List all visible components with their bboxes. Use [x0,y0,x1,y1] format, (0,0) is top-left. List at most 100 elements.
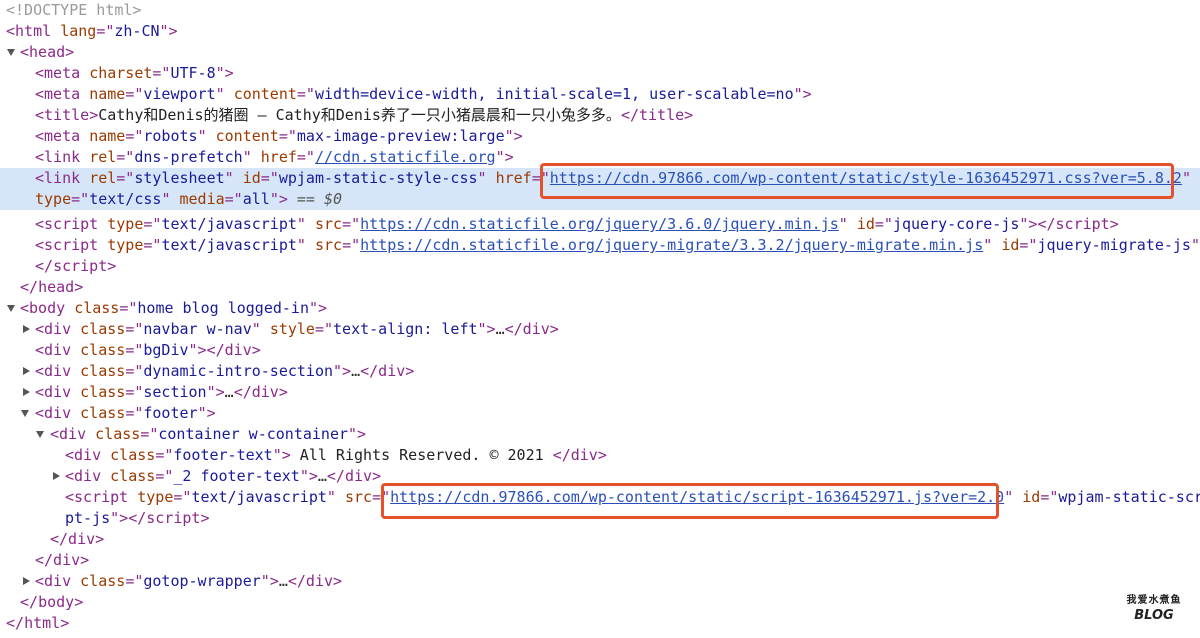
script-migrate-close[interactable]: </script> [35,256,116,277]
class-attr: class [95,425,141,443]
type-attr: type [107,236,144,254]
collapsed-triangle-icon[interactable] [23,388,30,396]
head-close[interactable]: </head> [20,277,83,298]
dns-href-link[interactable]: //cdn.staticfile.org [315,148,496,166]
div-tag-name: div [74,467,102,485]
doctype-node[interactable]: <!DOCTYPE html> [6,0,141,21]
footer-text-content: All Rights Reserved. © 2021 [290,446,553,464]
bgdiv-class-value: bgDiv [143,341,189,359]
link-dns-node[interactable]: <link rel="dns-prefetch" href="//cdn.sta… [35,147,514,168]
gotop-div-node[interactable]: <div class="gotop-wrapper">…</div> [20,571,342,592]
body-tag-close: body [38,593,75,611]
container-close[interactable]: </div> [50,529,104,550]
collapsed-triangle-icon[interactable] [23,367,30,375]
collapsed-ellipsis: … [224,383,234,401]
div-tag-name: div [44,383,72,401]
collapsed-triangle-icon[interactable] [53,472,60,480]
expand-triangle-icon[interactable] [7,49,15,56]
footer-div-node[interactable]: <div class="footer"> [20,403,216,424]
body-tag-name: body [29,299,66,317]
class-attr: class [110,467,156,485]
expand-triangle-icon[interactable] [36,431,44,438]
head-tag-close: head [38,278,75,296]
div-tag-name: div [44,572,72,590]
meta-viewport-node[interactable]: <meta name="viewport" content="width=dev… [35,84,812,105]
id-attr: id [856,215,875,233]
stylesheet-href-link[interactable]: https://cdn.97866.com/wp-content/static/… [550,169,1182,187]
script-migrate-node[interactable]: <script type="text/javascript" src="http… [35,235,1200,256]
head-tag-name: head [29,43,66,61]
name-attr: name [89,127,126,145]
footer-text-node[interactable]: <div class="footer-text"> All Rights Res… [65,445,607,466]
title-text: Cathy和Denis的猪圈 – Cathy和Denis养了一只小猪晨晨和一只小… [98,106,621,124]
footer-text2-class-value: _2 footer-text [173,467,300,485]
expand-triangle-icon[interactable] [7,305,15,312]
navbar-class-value: navbar w-nav [143,320,252,338]
src-attr: src [314,215,343,233]
class-attr: class [80,320,126,338]
media-attr: media [179,190,225,208]
expand-triangle-icon[interactable] [21,410,29,417]
meta-robots-node[interactable]: <meta name="robots" content="max-image-p… [35,126,523,147]
href-attr: href [495,169,532,187]
footer-text-class-value: footer-text [173,446,273,464]
title-node[interactable]: <title>Cathy和Denis的猪圈 – Cathy和Denis养了一只小… [35,105,693,126]
title-tag-close: title [639,106,685,124]
html-close[interactable]: </html> [6,613,69,634]
id-attr: id [1001,236,1020,254]
viewport-content-value: width=device-width, initial-scale=1, use… [314,85,794,103]
body-close[interactable]: </body> [20,592,83,613]
name-attr: name [89,85,126,103]
script-jquery-node[interactable]: <script type="text/javascript" src="http… [35,214,1119,235]
src-attr: src [344,488,373,506]
container-div-node[interactable]: <div class="container w-container"> [35,424,366,445]
stylesheet-id-value: wpjam-static-style-css [278,169,478,187]
script-static-node[interactable]: <script type="text/javascript" src="http… [65,487,1200,508]
collapsed-triangle-icon[interactable] [23,325,30,333]
style-attr: style [269,320,315,338]
content-attr: content [233,85,297,103]
gotop-class-value: gotop-wrapper [143,572,261,590]
html-tag-close: html [24,614,61,632]
div-tag-name: div [59,425,87,443]
watermark-top-text: 我爱水煮鱼 [1126,595,1182,606]
collapsed-triangle-icon[interactable] [23,577,30,585]
rel-dns-value: dns-prefetch [134,148,243,166]
div-tag-name: div [74,446,102,464]
footer-text2-node[interactable]: <div class="_2 footer-text">…</div> [50,466,381,487]
type-js-value: text/javascript [161,236,297,254]
html-node[interactable]: <html lang="zh-CN"> [6,21,178,42]
section-div-node[interactable]: <div class="section">…</div> [20,382,288,403]
intro-div-node[interactable]: <div class="dynamic-intro-section">…</di… [20,361,414,382]
navbar-style-value: text-align: left [333,320,478,338]
link-stylesheet-continued[interactable]: type="text/css" media="all"> == $0 [35,189,342,210]
type-attr: type [35,190,72,208]
script-static-id-part2: pt-js [65,509,111,527]
footer-close[interactable]: </div> [35,550,89,571]
blog-watermark-logo: 我爱水煮鱼 BLOG [1122,594,1186,634]
link-stylesheet-node[interactable]: <link rel="stylesheet" id="wpjam-static-… [35,168,1191,189]
link-tag-name: link [44,148,81,166]
type-attr: type [107,215,144,233]
collapsed-ellipsis: … [317,467,327,485]
jquery-id-value: jquery-core-js [892,215,1020,233]
collapsed-ellipsis: … [351,362,361,380]
media-value: all [242,190,270,208]
doctype-text: <!DOCTYPE html> [6,1,142,19]
navbar-div-node[interactable]: <div class="navbar w-nav" style="text-al… [20,319,559,340]
body-node[interactable]: <body class="home blog logged-in"> [6,298,327,319]
charset-attr: charset [89,64,153,82]
container-class-value: container w-container [158,425,349,443]
jquery-src-link[interactable]: https://cdn.staticfile.org/jquery/3.6.0/… [360,215,839,233]
script-static-src-link[interactable]: https://cdn.97866.com/wp-content/static/… [390,488,1004,506]
bgdiv-node[interactable]: <div class="bgDiv"></div> [35,340,261,361]
migrate-src-link[interactable]: https://cdn.staticfile.org/jquery-migrat… [360,236,983,254]
meta-charset-node[interactable]: <meta charset="UTF-8"> [35,63,234,84]
script-tag-close: script [146,509,201,527]
link-tag-name: link [44,169,81,187]
head-node[interactable]: <head> [6,42,74,63]
script-static-continued[interactable]: pt-js"></script> [65,508,210,529]
id-attr: id [1022,488,1041,506]
robots-value: robots [143,127,198,145]
src-attr: src [314,236,343,254]
